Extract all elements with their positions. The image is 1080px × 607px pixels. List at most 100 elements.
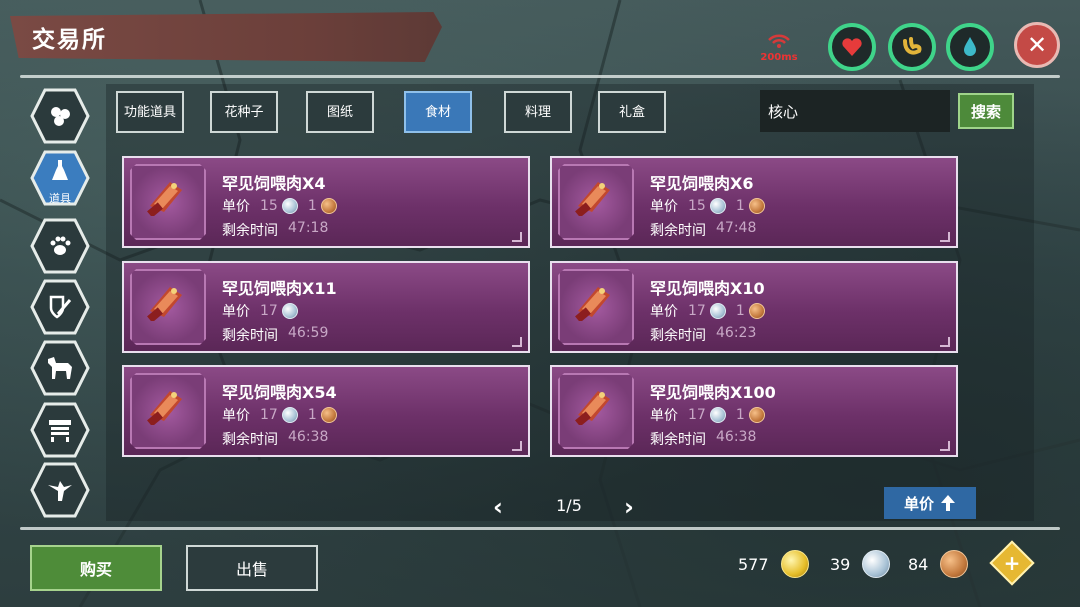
silver-price: 17 (260, 407, 278, 423)
time-row: 剩余时间 46:38 (222, 429, 328, 449)
silver-coin-icon (709, 303, 726, 319)
corner-mark (512, 337, 522, 347)
search-input[interactable]: 核心 (760, 90, 950, 132)
bronze-price: 1 (735, 303, 745, 319)
top-divider (20, 75, 1060, 78)
time-label: 剩余时间 (650, 432, 706, 448)
next-page-button[interactable]: › (624, 493, 634, 521)
bronze-price: 1 (307, 198, 317, 214)
silver-price: 17 (688, 407, 706, 423)
silver-coin-icon (709, 407, 726, 423)
hunger-stat[interactable] (888, 23, 936, 71)
time-row: 剩余时间 47:18 (222, 220, 328, 240)
bronze-coin-icon (748, 198, 765, 214)
time-label: 剩余时间 (650, 223, 706, 239)
seeds-icon (51, 107, 70, 126)
health-stat[interactable] (828, 23, 876, 71)
meat-icon (575, 391, 610, 425)
silver-price: 17 (260, 303, 278, 319)
tab-cooking[interactable]: 料理 (504, 91, 572, 133)
corner-mark (512, 441, 522, 451)
remaining-time: 46:23 (716, 325, 757, 341)
buy-tab-button[interactable]: 购买 (30, 545, 162, 591)
item-name: 罕见饲喂肉X100 (650, 383, 776, 402)
bronze-amount: 84 (908, 554, 929, 574)
meat-icon (575, 287, 610, 321)
sidebar-item-pets[interactable] (30, 218, 90, 274)
time-row: 剩余时间 46:59 (222, 325, 328, 345)
price-row: 单价 17 1 (222, 405, 337, 425)
sell-tab-button[interactable]: 出售 (186, 545, 318, 591)
sidebar-item-equipment[interactable] (30, 279, 90, 335)
bird-icon (48, 481, 72, 501)
time-row: 剩余时间 46:23 (650, 325, 756, 345)
remaining-time: 47:18 (288, 220, 329, 236)
time-row: 剩余时间 46:38 (650, 429, 756, 449)
thirst-stat[interactable] (946, 23, 994, 71)
sort-by-price-button[interactable]: 单价 (884, 487, 976, 519)
listing-card[interactable]: 罕见饲喂肉X100 单价 17 1 剩余时间 46:38 (550, 365, 958, 457)
sidebar-item-tools[interactable]: 道具 (30, 150, 90, 206)
page-indicator: 1/5 (556, 496, 582, 515)
tab-ingredients[interactable]: 食材 (404, 91, 472, 133)
listing-card[interactable]: 罕见饲喂肉X6 单价 15 1 剩余时间 47:48 (550, 156, 958, 248)
item-name: 罕见饲喂肉X4 (222, 174, 326, 193)
silver-balance: 39 (830, 549, 891, 579)
tab-flower-seeds[interactable]: 花种子 (210, 91, 278, 133)
sidebar-item-pets-bird[interactable] (30, 462, 90, 518)
prev-page-button[interactable]: ‹ (493, 493, 503, 521)
sidebar-item-furniture[interactable] (30, 402, 90, 458)
corner-mark (940, 232, 950, 242)
item-name: 罕见饲喂肉X54 (222, 383, 337, 402)
search-button[interactable]: 搜索 (958, 93, 1014, 129)
gold-amount: 577 (738, 554, 769, 574)
bronze-price: 1 (307, 407, 317, 423)
page-title: 交易所 (32, 27, 107, 53)
horse-icon (48, 357, 72, 379)
sidebar-item-mounts[interactable] (30, 340, 90, 396)
bronze-price: 1 (735, 407, 745, 423)
corner-mark (940, 337, 950, 347)
tab-blueprints[interactable]: 图纸 (306, 91, 374, 133)
bronze-balance: 84 (908, 549, 969, 579)
remaining-time: 46:59 (288, 325, 329, 341)
silver-price: 15 (260, 198, 278, 214)
listing-card[interactable]: 罕见饲喂肉X4 单价 15 1 剩余时间 47:18 (122, 156, 530, 248)
time-label: 剩余时间 (222, 223, 278, 239)
listing-card[interactable]: 罕见饲喂肉X10 单价 17 1 剩余时间 46:23 (550, 261, 958, 353)
plus-icon: + (1003, 551, 1021, 575)
price-label: 单价 (222, 408, 250, 424)
silver-coin-icon (709, 198, 726, 214)
bronze-coin-icon (748, 303, 765, 319)
corner-mark (940, 441, 950, 451)
bottom-divider (20, 527, 1060, 530)
remaining-time: 46:38 (288, 429, 329, 445)
listing-card[interactable]: 罕见饲喂肉X11 单价 17 剩余时间 46:59 (122, 261, 530, 353)
close-button[interactable]: ✕ (1014, 22, 1060, 68)
price-label: 单价 (650, 199, 678, 215)
time-row: 剩余时间 47:48 (650, 220, 756, 240)
bronze-coin-icon (940, 550, 969, 578)
tab-gift-box[interactable]: 礼盒 (598, 91, 666, 133)
silver-coin-icon (862, 550, 891, 578)
shield-sword-icon (49, 295, 72, 319)
item-name: 罕见饲喂肉X6 (650, 174, 754, 193)
silver-coin-icon (281, 407, 298, 423)
time-label: 剩余时间 (650, 328, 706, 344)
price-label: 单价 (222, 304, 250, 320)
price-row: 单价 17 1 (650, 301, 765, 321)
remaining-time: 46:38 (716, 429, 757, 445)
sidebar-item-seeds[interactable] (30, 88, 90, 144)
silver-price: 17 (688, 303, 706, 319)
remaining-time: 47:48 (716, 220, 757, 236)
price-row: 单价 17 (222, 301, 298, 321)
listing-card[interactable]: 罕见饲喂肉X54 单价 17 1 剩余时间 46:38 (122, 365, 530, 457)
bronze-coin-icon (320, 198, 337, 214)
corner-mark (512, 232, 522, 242)
gold-coin-icon (780, 550, 809, 578)
meat-icon (147, 391, 182, 425)
bronze-price: 1 (735, 198, 745, 214)
arrow-up-icon (941, 495, 955, 511)
sidebar-item-label: 道具 (49, 192, 71, 205)
tab-functional-items[interactable]: 功能道具 (116, 91, 184, 133)
